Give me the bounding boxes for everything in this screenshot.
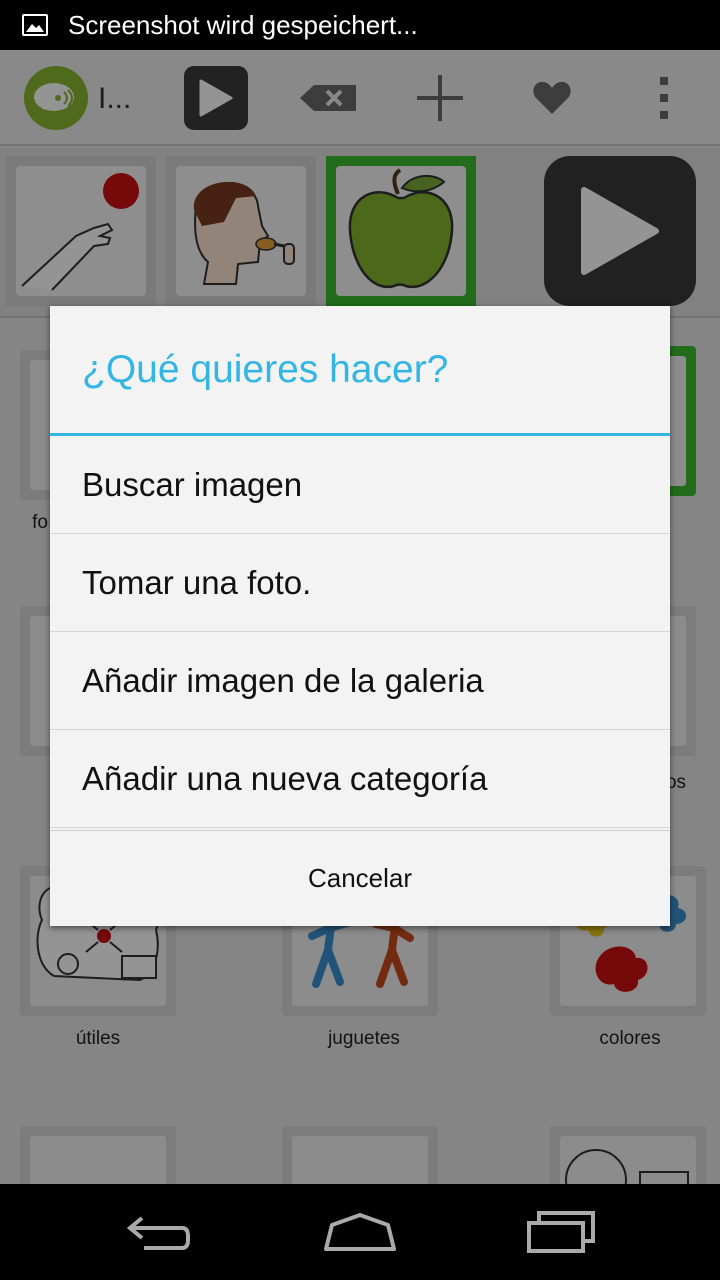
dialog-title: ¿Qué quieres hacer?: [50, 306, 670, 436]
status-notification-text: Screenshot wird gespeichert...: [68, 9, 418, 40]
option-add-category[interactable]: Añadir una nueva categoría: [50, 730, 670, 828]
cancel-button[interactable]: Cancelar: [50, 830, 670, 926]
option-add-from-gallery[interactable]: Añadir imagen de la galeria: [50, 632, 670, 730]
back-icon[interactable]: [114, 1204, 204, 1260]
status-bar: Screenshot wird gespeichert...: [0, 0, 720, 50]
home-icon[interactable]: [315, 1204, 405, 1260]
image-icon: [22, 14, 48, 36]
navigation-bar: [0, 1184, 720, 1280]
action-dialog: ¿Qué quieres hacer? Buscar imagen Tomar …: [50, 306, 670, 926]
recent-apps-icon[interactable]: [516, 1204, 606, 1260]
option-take-photo[interactable]: Tomar una foto.: [50, 534, 670, 632]
option-search-image[interactable]: Buscar imagen: [50, 436, 670, 534]
